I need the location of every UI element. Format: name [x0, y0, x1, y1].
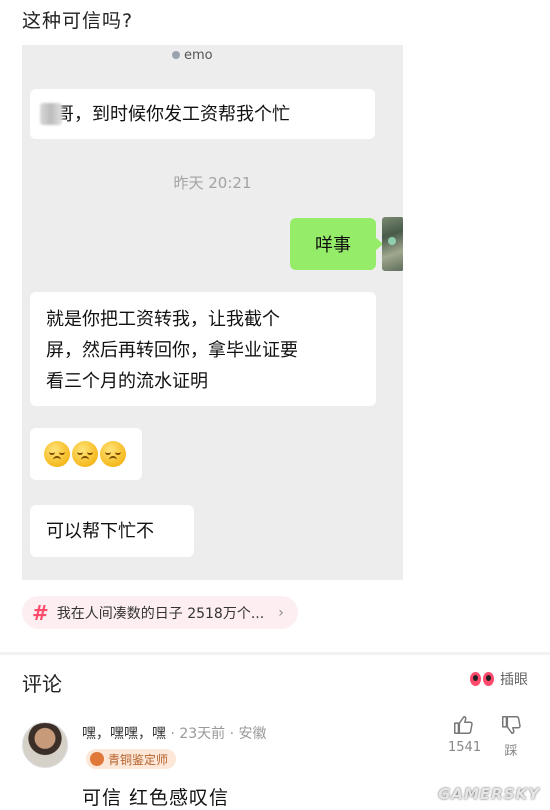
my-avatar — [382, 217, 403, 271]
emo-status-icon — [172, 51, 180, 59]
chat-header: emo — [172, 45, 262, 65]
message-text-4: 可以帮下忙不 — [46, 520, 154, 542]
emoji-message-bubble — [30, 428, 142, 480]
comments-heading: 评论 — [22, 672, 62, 696]
message-line: 就是你把工资转我，让我截个 — [46, 309, 280, 330]
comment-time-location: · 23天前 · 安徽 — [166, 726, 267, 742]
redacted-name — [40, 103, 62, 125]
thumbs-up-icon — [454, 716, 473, 734]
message-text-1: 哥，到时候你发工资帮我个忙 — [56, 103, 290, 125]
like-button[interactable]: 1541 — [448, 714, 482, 755]
dislike-button[interactable]: 踩 — [496, 714, 526, 759]
like-count: 1541 — [448, 740, 482, 755]
dislike-label: 踩 — [504, 744, 518, 759]
bookmark-label: 插眼 — [500, 672, 528, 688]
smile-emoji-icon — [44, 441, 70, 467]
message-bubble-1: 哥，到时候你发工资帮我个忙 — [30, 89, 375, 139]
smile-emoji-icon — [100, 441, 126, 467]
avatar[interactable] — [22, 722, 68, 768]
comment-text: 可信 红色感叹信 — [82, 787, 230, 809]
chat-header-label: emo — [184, 47, 213, 63]
my-message-text: 咩事 — [315, 235, 351, 256]
message-line: 屏，然后再转回你，拿毕业证要 — [46, 340, 298, 361]
topic-chip[interactable]: # 我在人间凑数的日子 2518万个... › — [22, 596, 298, 629]
message-bubble-4: 可以帮下忙不 — [30, 505, 194, 557]
comment-username[interactable]: 嘿，嘿嘿，嘿 — [82, 726, 166, 742]
message-line: 看三个月的流水证明 — [46, 371, 208, 392]
message-bubble-2: 就是你把工资转我，让我截个 屏，然后再转回你，拿毕业证要 看三个月的流水证明 — [30, 292, 376, 406]
my-message-bubble: 咩事 — [290, 218, 383, 270]
section-divider — [0, 652, 550, 655]
topic-text: 我在人间凑数的日子 2518万个... — [56, 605, 265, 622]
badge-label: 青铜鉴定师 — [108, 752, 169, 767]
comment-meta: 嘿，嘿嘿，嘿 · 23天前 · 安徽 — [82, 723, 267, 743]
post-title: 这种可信吗? — [22, 10, 134, 32]
badge-icon — [90, 752, 104, 766]
user-badge: 青铜鉴定师 — [86, 749, 177, 769]
watermark: GAMERSKY — [438, 785, 540, 803]
chat-screenshot: emo 哥，到时候你发工资帮我个忙 昨天 20:21 咩事 就是你把工资转我，让… — [22, 45, 403, 580]
thumbs-down-icon — [502, 716, 521, 734]
bookmark-button[interactable]: 插眼 — [470, 669, 528, 689]
smile-emoji-icon — [72, 441, 98, 467]
hashtag-icon: # — [32, 600, 49, 625]
eyes-icon — [470, 672, 494, 686]
chevron-right-icon: › — [278, 604, 284, 621]
chat-timestamp: 昨天 20:21 — [173, 174, 252, 192]
